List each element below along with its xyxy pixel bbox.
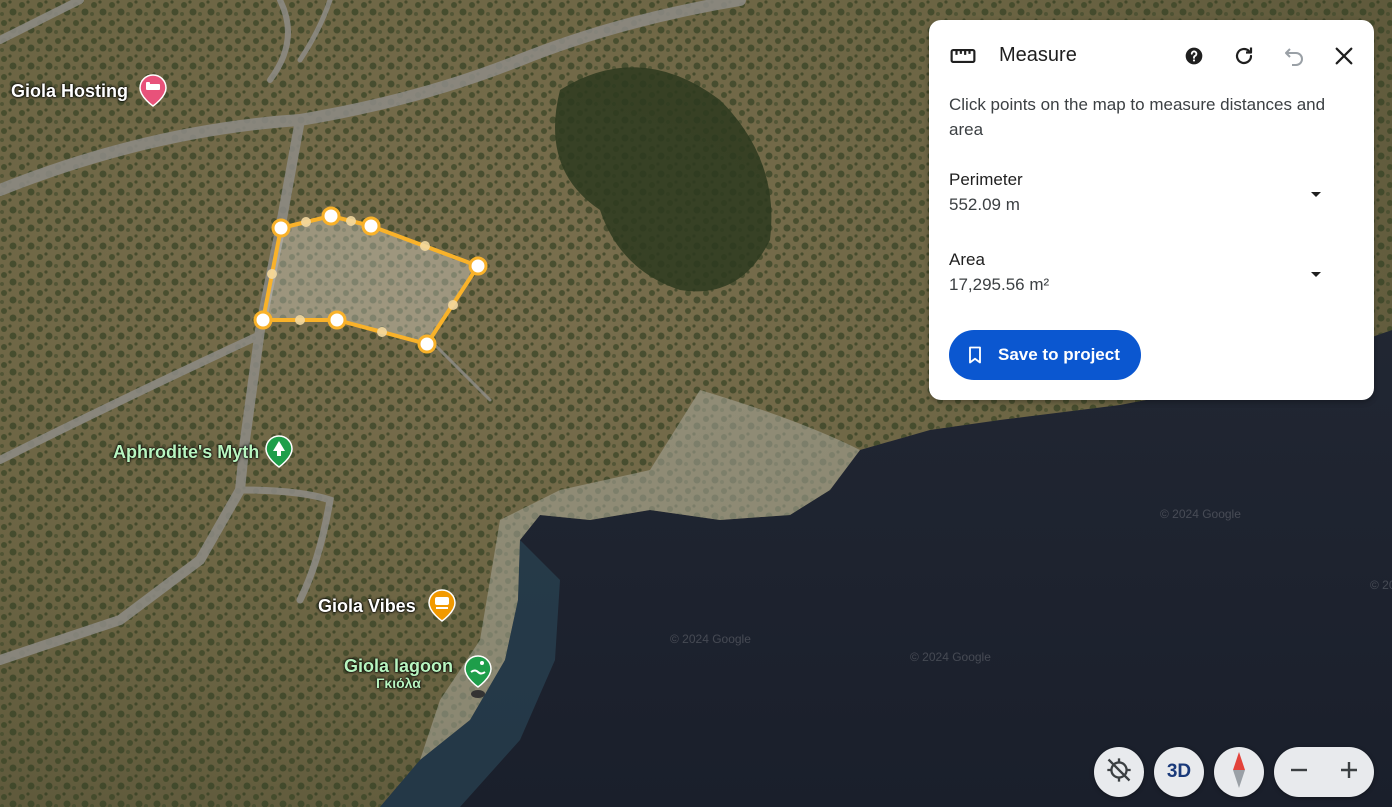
measure-vertex[interactable] [361,216,381,236]
save-to-project-button[interactable]: Save to project [949,330,1141,380]
zoom-in-button[interactable] [1324,747,1374,797]
place-label-giola-vibes[interactable]: Giola Vibes [318,596,416,617]
measure-midpoint[interactable] [301,217,311,227]
measure-vertex[interactable] [253,310,273,330]
help-icon[interactable] [1180,42,1208,70]
place-label-giola-hosting[interactable]: Giola Hosting [11,81,128,102]
measure-vertex[interactable] [321,206,341,226]
perimeter-section[interactable]: Perimeter 552.09 m [949,170,1354,220]
zoom-control [1274,747,1374,797]
bookmark-icon [965,345,985,365]
copyright-watermark: © 2024 Google [1160,507,1241,521]
undo-icon[interactable] [1280,42,1308,70]
zoom-out-button[interactable] [1274,747,1324,797]
measure-midpoint[interactable] [346,216,356,226]
chevron-down-icon[interactable] [1306,264,1326,284]
measure-vertex[interactable] [271,218,291,238]
measure-midpoint[interactable] [377,327,387,337]
measure-vertex[interactable] [417,334,437,354]
area-value: 17,295.56 m² [949,275,1050,294]
chevron-down-icon[interactable] [1306,184,1326,204]
measure-vertex[interactable] [327,310,347,330]
ruler-icon [949,42,977,70]
measure-midpoint[interactable] [267,269,277,279]
measure-midpoint[interactable] [420,241,430,251]
area-section[interactable]: Area 17,295.56 m² [949,250,1354,300]
perimeter-value: 552.09 m [949,195,1020,214]
place-label-aphrodites-myth[interactable]: Aphrodite's Myth [113,442,259,463]
perimeter-label: Perimeter [949,170,1023,189]
3d-toggle-button[interactable]: 3D [1154,747,1204,797]
copyright-watermark: © 2024 Google [910,650,991,664]
panel-title: Measure [999,44,1077,66]
location-off-button[interactable] [1094,747,1144,797]
place-label-giola-lagoon[interactable]: Giola lagoon [344,656,453,677]
copyright-watermark: © 2024 Google [1370,578,1392,592]
measure-panel: Measure Click points on the map to measu… [929,20,1374,400]
zoom-in-icon [1338,759,1360,786]
zoom-out-icon [1288,759,1310,786]
measure-vertex[interactable] [468,256,488,276]
save-to-project-label: Save to project [998,345,1120,364]
close-icon[interactable] [1330,42,1358,70]
measure-midpoint[interactable] [295,315,305,325]
reset-icon[interactable] [1230,42,1258,70]
panel-description: Click points on the map to measure dista… [949,95,1326,139]
copyright-watermark: © 2024 Google [670,632,751,646]
location-off-icon [1105,756,1133,789]
compass-icon [1229,750,1249,795]
place-sublabel-giola-lagoon: Γκιόλα [376,675,421,691]
area-label: Area [949,250,985,269]
compass-button[interactable] [1214,747,1264,797]
measure-midpoint[interactable] [448,300,458,310]
